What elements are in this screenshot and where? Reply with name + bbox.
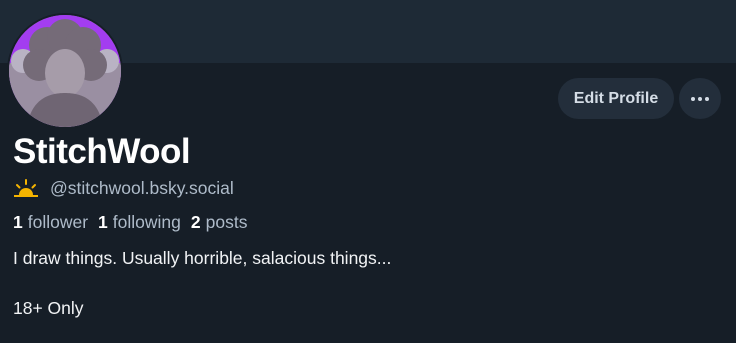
posts-count: 2 xyxy=(190,211,201,232)
following-label: following xyxy=(112,211,181,232)
avatar-image xyxy=(9,15,121,127)
followers-link[interactable]: 1 follower xyxy=(13,212,88,233)
handle-row: @stitchwool.bsky.social xyxy=(13,176,234,200)
following-count: 1 xyxy=(98,211,108,232)
avatar[interactable] xyxy=(7,13,123,129)
posts-label: posts xyxy=(205,211,248,232)
more-options-button[interactable] xyxy=(679,78,721,119)
sunrise-icon xyxy=(14,179,38,197)
profile-handle[interactable]: @stitchwool.bsky.social xyxy=(50,178,234,199)
followers-count: 1 xyxy=(13,211,23,232)
edit-profile-button[interactable]: Edit Profile xyxy=(558,78,674,119)
following-link[interactable]: 1 following xyxy=(98,212,181,233)
bio-text-age-notice: 18+ Only xyxy=(13,298,84,318)
more-horizontal-icon xyxy=(691,96,709,101)
display-name: StitchWool xyxy=(13,132,191,171)
posts-stat: 2 posts xyxy=(191,212,248,233)
profile-stats: 1 follower 1 following 2 posts xyxy=(13,210,257,234)
followers-label: follower xyxy=(27,211,89,232)
bio-text: I draw things. Usually horrible, salacio… xyxy=(13,248,392,268)
